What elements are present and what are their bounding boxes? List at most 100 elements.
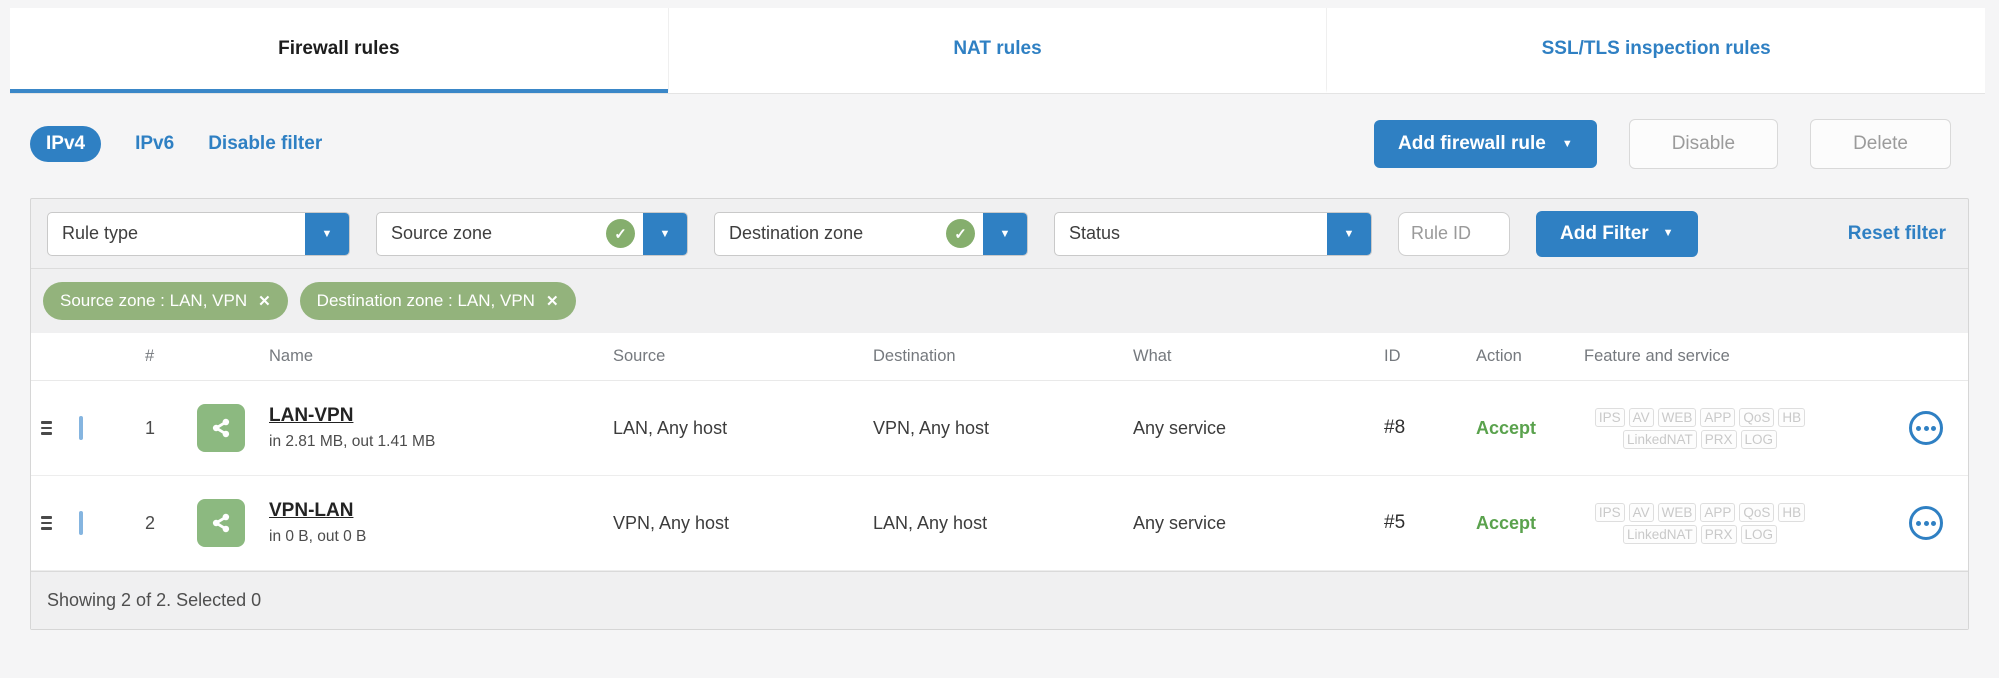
- rule-traffic-stats: in 0 B, out 0 B: [269, 528, 367, 545]
- reset-filter-link[interactable]: Reset filter: [1848, 223, 1946, 245]
- ipv6-toggle[interactable]: IPv6: [135, 133, 174, 155]
- table-footer: Showing 2 of 2. Selected 0: [31, 571, 1968, 629]
- row-number: 2: [145, 512, 156, 533]
- table-row: 2 VPN-LAN in 0 B, out 0 B VPN, Any host …: [31, 476, 1968, 571]
- drag-handle-icon[interactable]: [41, 421, 52, 435]
- add-filter-button[interactable]: Add Filter ▼: [1536, 210, 1698, 257]
- chevron-glyph: ▼: [321, 227, 333, 240]
- disable-filter-link[interactable]: Disable filter: [208, 133, 322, 155]
- chevron-down-icon[interactable]: ▼: [1327, 212, 1371, 255]
- feature-badge: APP: [1700, 407, 1736, 427]
- rule-source: LAN, Any host: [613, 417, 728, 438]
- chevron-down-icon[interactable]: ▼: [643, 212, 687, 255]
- filter-chip-label: Source zone : LAN, VPN: [60, 291, 248, 310]
- showing-summary: Showing 2 of 2. Selected 0: [47, 590, 262, 610]
- source-zone-dropdown[interactable]: Source zone ✓ ▼: [376, 211, 688, 256]
- tab-firewall-rules[interactable]: Firewall rules: [10, 8, 668, 93]
- feature-badge: HB: [1778, 407, 1806, 427]
- destination-zone-dropdown[interactable]: Destination zone ✓ ▼: [714, 211, 1028, 256]
- filter-chip-destination-zone[interactable]: Destination zone : LAN, VPN ✕: [299, 282, 576, 320]
- feature-badge: LOG: [1740, 524, 1778, 544]
- close-icon[interactable]: ✕: [546, 292, 559, 310]
- rule-destination: LAN, Any host: [873, 512, 988, 533]
- header-action: Action: [1476, 347, 1522, 365]
- rule-id-input[interactable]: [1398, 211, 1510, 256]
- rule-destination: VPN, Any host: [873, 417, 990, 438]
- tab-nat-rules[interactable]: NAT rules: [667, 8, 1327, 93]
- toolbar: IPv4 IPv6 Disable filter Add firewall ru…: [30, 118, 1969, 170]
- row-checkbox[interactable]: [79, 415, 83, 440]
- row-number: 1: [145, 417, 156, 438]
- rule-what: Any service: [1133, 417, 1227, 438]
- drag-handle-icon[interactable]: [41, 516, 52, 530]
- header-name: Name: [269, 347, 314, 365]
- chevron-down-icon: ▼: [1662, 227, 1674, 239]
- table-header: # Name Source Destination What ID Action…: [31, 333, 1968, 381]
- feature-badges: IPS AV WEB APP QoS HB LinkedNAT PRX LOG: [1584, 407, 1816, 449]
- feature-badges: IPS AV WEB APP QoS HB LinkedNAT PRX LOG: [1584, 502, 1816, 544]
- filter-applied-check-icon: ✓: [946, 219, 975, 248]
- rule-name-link[interactable]: VPN-LAN: [269, 500, 353, 522]
- rule-traffic-stats: in 2.81 MB, out 1.41 MB: [269, 433, 436, 450]
- delete-button[interactable]: Delete: [1810, 119, 1951, 169]
- header-id: ID: [1384, 347, 1401, 365]
- feature-badge: AV: [1628, 502, 1654, 522]
- tab-ssl-tls-inspection-rules-label: SSL/TLS inspection rules: [1541, 37, 1771, 59]
- header-source: Source: [613, 347, 666, 365]
- active-filter-chips: Source zone : LAN, VPN ✕ Destination zon…: [31, 269, 1968, 333]
- filter-applied-check-icon: ✓: [606, 219, 635, 248]
- header-destination: Destination: [873, 347, 956, 365]
- status-dropdown[interactable]: Status ▼: [1054, 211, 1372, 256]
- chevron-down-icon[interactable]: ▼: [305, 212, 349, 255]
- feature-badge: LinkedNAT: [1622, 429, 1697, 449]
- add-firewall-rule-button[interactable]: Add firewall rule ▼: [1374, 120, 1597, 168]
- header-feature-and-service: Feature and service: [1584, 347, 1730, 365]
- rule-name-link[interactable]: LAN-VPN: [269, 405, 353, 427]
- firewall-rules-panel: Rule type ▼ Source zone ✓ ▼ Destination …: [30, 198, 1969, 630]
- rule-type-share-icon: [197, 404, 245, 452]
- rule-id: #5: [1384, 512, 1406, 533]
- disable-button[interactable]: Disable: [1628, 119, 1779, 169]
- filter-chip-label: Destination zone : LAN, VPN: [316, 291, 535, 310]
- row-checkbox[interactable]: [79, 510, 83, 535]
- chevron-glyph: ▼: [1343, 227, 1355, 240]
- row-more-actions-icon[interactable]: [1909, 506, 1943, 540]
- row-more-actions-icon[interactable]: [1909, 411, 1943, 445]
- source-zone-dropdown-label: Source zone: [391, 223, 493, 243]
- feature-badge: HB: [1778, 502, 1806, 522]
- feature-badge: LOG: [1740, 429, 1778, 449]
- add-filter-label: Add Filter: [1560, 222, 1649, 244]
- toolbar-actions: Add firewall rule ▼ Disable Delete: [1374, 119, 1969, 169]
- rule-action: Accept: [1476, 417, 1537, 438]
- header-what: What: [1133, 347, 1172, 365]
- rule-type-dropdown[interactable]: Rule type ▼: [47, 211, 350, 256]
- rule-id: #8: [1384, 417, 1406, 438]
- tab-ssl-tls-inspection-rules[interactable]: SSL/TLS inspection rules: [1326, 8, 1985, 93]
- feature-badge: WEB: [1657, 502, 1697, 522]
- chevron-down-icon[interactable]: ▼: [983, 212, 1027, 255]
- feature-badge: APP: [1700, 502, 1736, 522]
- add-firewall-rule-label: Add firewall rule: [1398, 133, 1546, 154]
- rule-type-share-icon: [197, 499, 245, 547]
- chevron-down-icon: ▼: [1561, 137, 1573, 150]
- rule-source: VPN, Any host: [613, 512, 730, 533]
- table-row: 1 LAN-VPN in 2.81 MB, out 1.41 MB LAN, A…: [31, 381, 1968, 476]
- rule-action: Accept: [1476, 512, 1537, 533]
- tab-firewall-rules-label: Firewall rules: [278, 37, 400, 59]
- rule-what: Any service: [1133, 512, 1227, 533]
- feature-badge: LinkedNAT: [1622, 524, 1697, 544]
- feature-badge: QoS: [1739, 502, 1775, 522]
- tab-nat-rules-label: NAT rules: [953, 37, 1042, 59]
- header-number: #: [145, 347, 155, 365]
- feature-badge: AV: [1628, 407, 1654, 427]
- ipv4-toggle[interactable]: IPv4: [30, 126, 102, 162]
- feature-badge: IPS: [1594, 502, 1625, 522]
- rule-type-dropdown-label: Rule type: [62, 223, 139, 243]
- filter-chip-source-zone[interactable]: Source zone : LAN, VPN ✕: [43, 282, 288, 320]
- close-icon[interactable]: ✕: [258, 292, 271, 310]
- destination-zone-dropdown-label: Destination zone: [729, 223, 864, 243]
- feature-badge: PRX: [1700, 429, 1737, 449]
- feature-badge: WEB: [1657, 407, 1697, 427]
- tab-bar: Firewall rules NAT rules SSL/TLS inspect…: [10, 8, 1985, 94]
- chevron-glyph: ▼: [659, 227, 671, 240]
